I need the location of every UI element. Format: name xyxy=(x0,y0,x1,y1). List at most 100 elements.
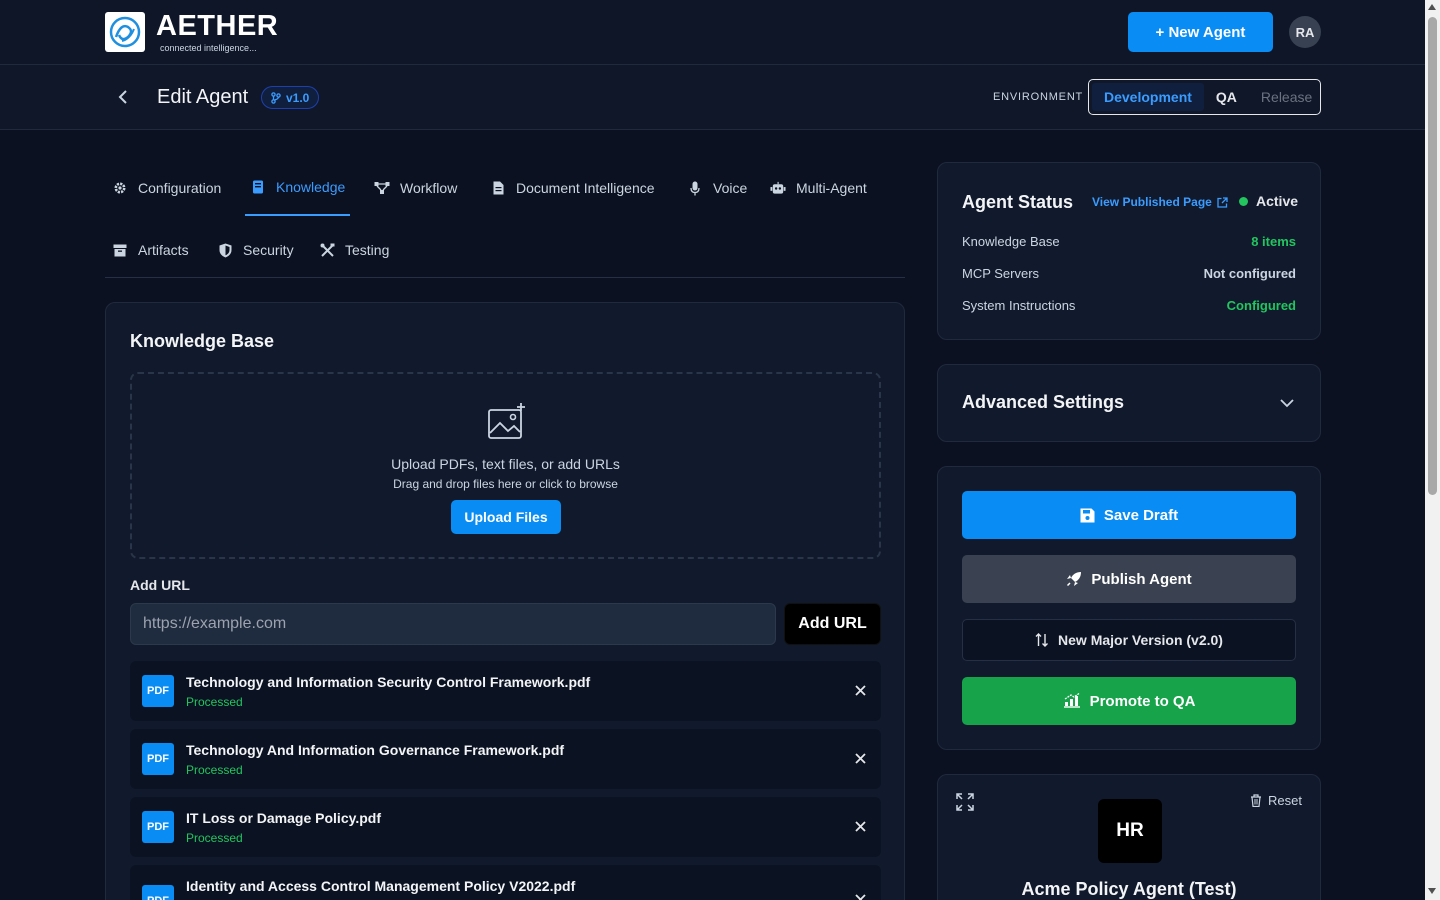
reset-button[interactable]: Reset xyxy=(1250,793,1302,808)
close-icon xyxy=(854,684,866,696)
save-icon xyxy=(1080,508,1095,522)
pdf-file-icon: PDF xyxy=(142,743,174,775)
status-value: 8 items xyxy=(1251,234,1296,249)
save-draft-label: Save Draft xyxy=(1103,506,1179,524)
workflow-icon xyxy=(374,180,390,196)
tab-knowledge[interactable]: Knowledge xyxy=(245,160,351,216)
advanced-settings-title: Advanced Settings xyxy=(962,392,1125,412)
tab-artifacts[interactable]: Artifacts xyxy=(107,222,194,278)
pdf-file-icon: PDF xyxy=(142,811,174,843)
file-list-item: PDF Technology and Information Security … xyxy=(130,661,881,721)
tab-label: Multi-Agent xyxy=(796,180,867,196)
back-button[interactable] xyxy=(112,86,134,108)
external-link-icon xyxy=(1217,196,1228,208)
knowledge-base-title: Knowledge Base xyxy=(130,331,275,351)
scroll-down-arrow-icon[interactable] xyxy=(1428,888,1436,894)
status-badge: Active xyxy=(1256,193,1299,209)
add-url-button[interactable]: Add URL xyxy=(784,603,881,645)
tab-voice[interactable]: Voice xyxy=(682,160,752,216)
file-name: Technology and Information Security Cont… xyxy=(186,674,591,690)
file-status: Processed xyxy=(186,831,243,845)
file-name: Identity and Access Control Management P… xyxy=(186,878,576,894)
file-name: Technology And Information Governance Fr… xyxy=(186,742,565,758)
status-label: MCP Servers xyxy=(962,266,1040,281)
tab-configuration[interactable]: Configuration xyxy=(107,160,226,216)
tab-multi-agent[interactable]: Multi-Agent xyxy=(765,160,872,216)
tab-testing[interactable]: Testing xyxy=(314,222,394,278)
knowledge-base-panel: Knowledge Base Upload PDFs, text files, … xyxy=(105,302,905,900)
add-image-icon xyxy=(487,402,527,440)
remove-file-button[interactable] xyxy=(850,816,870,836)
env-development[interactable]: Development xyxy=(1092,83,1204,111)
environment-label: ENVIRONMENT xyxy=(993,91,1084,103)
publish-agent-button[interactable]: Publish Agent xyxy=(962,555,1296,603)
tab-label: Document Intelligence xyxy=(516,180,655,196)
gear-icon xyxy=(112,180,128,196)
file-list-item: PDF Technology And Information Governanc… xyxy=(130,729,881,789)
promote-chart-icon xyxy=(1063,693,1080,708)
env-qa[interactable]: QA xyxy=(1204,83,1249,111)
page-header: Edit Agent v1.0 ENVIRONMENT Development … xyxy=(0,65,1425,130)
file-status: Processed xyxy=(186,763,243,777)
trash-icon xyxy=(1251,794,1261,807)
status-value: Not configured xyxy=(1203,266,1296,281)
view-published-link[interactable]: View Published Page xyxy=(1092,195,1228,209)
status-label: Knowledge Base xyxy=(962,234,1060,249)
brand-name: AETHER xyxy=(156,10,279,42)
env-release: Release xyxy=(1260,89,1313,105)
reset-label: Reset xyxy=(1268,793,1302,808)
tab-label: Artifacts xyxy=(138,242,189,258)
save-draft-button[interactable]: Save Draft xyxy=(962,491,1296,539)
status-row-system-instructions: System Instructions Configured xyxy=(962,298,1296,313)
promote-to-qa-label: Promote to QA xyxy=(1089,692,1196,710)
publish-agent-label: Publish Agent xyxy=(1091,570,1192,588)
active-status-dot xyxy=(1239,197,1248,206)
promote-to-qa-button[interactable]: Promote to QA xyxy=(962,677,1296,725)
chevron-down-icon xyxy=(1280,399,1294,408)
pdf-file-icon: PDF xyxy=(142,675,174,707)
pdf-file-icon: PDF xyxy=(142,885,174,900)
url-input[interactable] xyxy=(130,603,776,645)
scrollbar-thumb[interactable] xyxy=(1428,17,1437,495)
branch-icon xyxy=(271,91,281,104)
agent-actions-panel: Save Draft Publish Agent New Major Versi… xyxy=(937,466,1321,750)
tab-security[interactable]: Security xyxy=(212,222,299,278)
file-dropzone[interactable]: Upload PDFs, text files, or add URLs Dra… xyxy=(130,372,881,559)
tab-workflow[interactable]: Workflow xyxy=(369,160,462,216)
status-row-knowledge-base: Knowledge Base 8 items xyxy=(962,234,1296,249)
tab-document-intelligence[interactable]: Document Intelligence xyxy=(485,160,660,216)
environment-switcher: Development QA Release xyxy=(1088,79,1321,115)
version-label: v1.0 xyxy=(286,90,310,105)
remove-file-button[interactable] xyxy=(850,748,870,768)
status-label: System Instructions xyxy=(962,298,1076,313)
remove-file-button[interactable] xyxy=(850,680,870,700)
advanced-settings-toggle[interactable]: Advanced Settings xyxy=(937,364,1321,442)
robot-icon xyxy=(770,180,786,196)
dropzone-subtext: Drag and drop files here or click to bro… xyxy=(393,477,618,491)
aether-logo-icon[interactable] xyxy=(105,12,145,52)
new-major-version-label: New Major Version (v2.0) xyxy=(1058,632,1223,648)
close-icon xyxy=(854,893,866,900)
user-avatar[interactable]: RA xyxy=(1289,16,1321,48)
upload-files-button[interactable]: Upload Files xyxy=(451,500,561,534)
file-name: IT Loss or Damage Policy.pdf xyxy=(186,810,382,826)
version-badge: v1.0 xyxy=(261,86,320,109)
brand-tagline: connected intelligence... xyxy=(160,43,257,53)
status-row-mcp-servers: MCP Servers Not configured xyxy=(962,266,1296,281)
status-value: Configured xyxy=(1226,298,1296,313)
new-major-version-button[interactable]: New Major Version (v2.0) xyxy=(962,619,1296,661)
page-scrollbar[interactable] xyxy=(1425,0,1440,900)
rocket-icon xyxy=(1067,572,1082,587)
tab-label: Security xyxy=(243,242,294,258)
tab-label: Workflow xyxy=(400,180,458,196)
new-agent-button[interactable]: + New Agent xyxy=(1128,12,1273,52)
book-icon xyxy=(250,179,266,195)
remove-file-button[interactable] xyxy=(850,889,870,900)
sort-arrows-icon xyxy=(1035,633,1049,647)
tab-label: Configuration xyxy=(138,180,222,196)
scroll-up-arrow-icon[interactable] xyxy=(1428,4,1436,10)
view-published-label: View Published Page xyxy=(1092,195,1212,209)
tab-label: Voice xyxy=(713,180,748,196)
top-bar: AETHER connected intelligence... + New A… xyxy=(0,0,1425,65)
expand-icon[interactable] xyxy=(956,793,974,811)
